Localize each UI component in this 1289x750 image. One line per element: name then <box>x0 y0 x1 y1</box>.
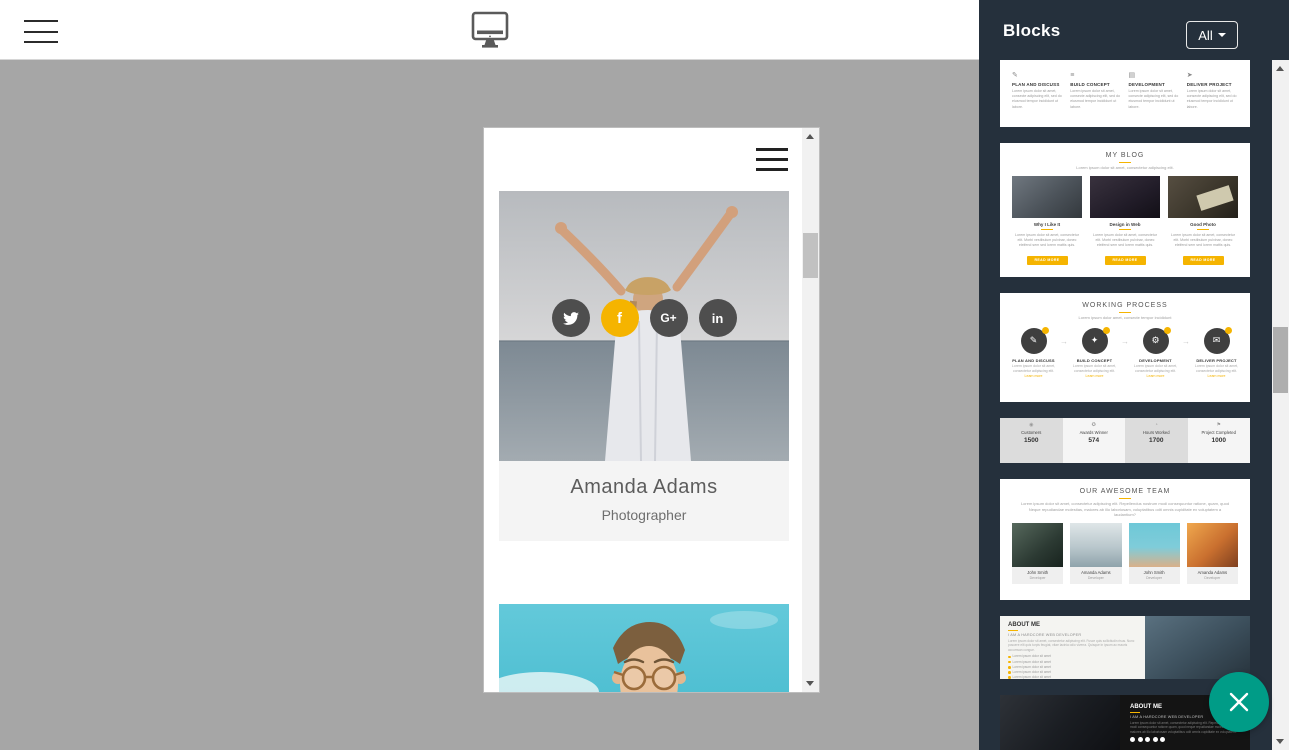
facebook-icon[interactable]: f <box>601 299 639 337</box>
arrow-right-icon: → <box>1121 337 1129 346</box>
blocks-scroll-down-icon[interactable] <box>1272 733 1289 750</box>
read-more-button: READ MORE <box>1183 256 1224 265</box>
arrow-right-icon: → <box>1182 337 1190 346</box>
social-dots <box>1130 737 1240 742</box>
preview-scrollbar-thumb[interactable] <box>803 233 818 278</box>
block-thumbnail-counters[interactable]: ◉ Customers 1500 ✪ Awards Winner 574 ◔ H… <box>1000 418 1250 463</box>
blocks-filter-dropdown[interactable]: All <box>1186 21 1238 49</box>
blocks-panel-scrollbar[interactable] <box>1272 60 1289 750</box>
envelope-icon: ✉ <box>1204 328 1230 354</box>
twitter-icon[interactable] <box>552 299 590 337</box>
blog-photo-2 <box>1090 176 1160 218</box>
step-badge <box>1164 327 1171 334</box>
mobile-preview: f G+ in Amanda Adams Photographer <box>483 127 820 693</box>
team-photo-3 <box>1129 523 1180 567</box>
flag-icon: ⚑ <box>1188 423 1251 428</box>
gears-icon: ⚙ <box>1143 328 1169 354</box>
customers-icon: ◉ <box>1000 423 1063 428</box>
block-thumbnail-features[interactable]: ✎ PLAN AND DISCUSS Lorem ipsum dolor sit… <box>1000 60 1250 127</box>
topbar <box>0 0 979 60</box>
blocks-scroll-up-icon[interactable] <box>1272 60 1289 77</box>
step-badge <box>1225 327 1232 334</box>
step-badge <box>1103 327 1110 334</box>
read-more-button: READ MORE <box>1105 256 1146 265</box>
step-badge <box>1042 327 1049 334</box>
block-thumbnail-working-process[interactable]: WORKING PROCESS Lorem ipsum dolor amet, … <box>1000 293 1250 402</box>
preview-scroll-down-icon[interactable] <box>802 675 819 692</box>
team-photo-4 <box>1187 523 1238 567</box>
wand-icon: ✎ <box>1021 328 1047 354</box>
arrow-right-icon: → <box>1060 337 1068 346</box>
profile-photo-next <box>499 604 789 693</box>
google-plus-icon[interactable]: G+ <box>650 299 688 337</box>
profile-name: Amanda Adams <box>499 476 789 499</box>
block-thumbnail-team[interactable]: OUR AWESOME TEAM Lorem ipsum dolor sit a… <box>1000 479 1250 600</box>
about-photo-dark <box>1000 695 1120 750</box>
close-blocks-button[interactable] <box>1209 672 1269 732</box>
blocks-scroll-area: ✎ PLAN AND DISCUSS Lorem ipsum dolor sit… <box>979 60 1289 750</box>
blocks-panel-title: Blocks <box>1003 21 1061 41</box>
block-thumbnail-blog[interactable]: MY BLOG Lorem ipsum dolor sit amet, cons… <box>1000 143 1250 277</box>
close-icon <box>1226 689 1252 715</box>
team-photo-1 <box>1012 523 1063 567</box>
team-photo-2 <box>1070 523 1121 567</box>
chevron-down-icon <box>1218 33 1226 37</box>
desktop-view-icon[interactable] <box>467 9 513 56</box>
clock-icon: ◔ <box>1125 423 1188 428</box>
app-window: f G+ in Amanda Adams Photographer <box>0 0 1289 750</box>
blocks-panel-header: Blocks All <box>979 0 1289 60</box>
linkedin-icon[interactable]: in <box>699 299 737 337</box>
editor-canvas: f G+ in Amanda Adams Photographer <box>0 60 979 750</box>
profile-role: Photographer <box>499 507 789 523</box>
blocks-scrollbar-thumb[interactable] <box>1273 327 1288 393</box>
about-photo-light <box>1145 616 1250 679</box>
development-icon: ▤ <box>1129 72 1180 79</box>
awards-icon: ✪ <box>1063 423 1126 428</box>
block-thumbnail-about-light[interactable]: ABOUT ME I AM A HARDCORE WEB DEVELOPER L… <box>1000 616 1250 679</box>
preview-scrollbar[interactable] <box>802 128 819 692</box>
blog-photo-1 <box>1012 176 1082 218</box>
deliver-icon: ➤ <box>1187 72 1238 79</box>
concept-icon: ≡ <box>1070 72 1121 79</box>
profile-caption: Amanda Adams Photographer <box>499 461 789 541</box>
blog-photo-3 <box>1168 176 1238 218</box>
read-more-button: READ MORE <box>1027 256 1068 265</box>
plan-icon: ✎ <box>1012 72 1063 79</box>
profile-photo-amanda: f G+ in <box>499 191 789 461</box>
preview-nav-menu-icon[interactable] <box>756 148 788 171</box>
blocks-panel: Blocks All ✎ PLAN AND DISCUSS Lorem ipsu… <box>979 0 1289 750</box>
main-menu-button[interactable] <box>24 20 58 43</box>
preview-scroll-up-icon[interactable] <box>802 128 819 145</box>
social-icons-row: f G+ in <box>499 299 789 337</box>
bulb-icon: ✦ <box>1082 328 1108 354</box>
